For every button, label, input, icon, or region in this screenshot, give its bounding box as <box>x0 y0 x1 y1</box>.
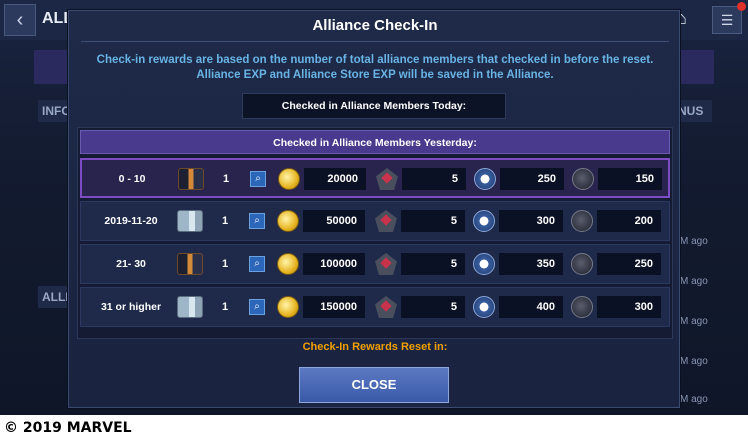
alliance-exp-amount: 350 <box>499 253 563 275</box>
gold-coin-icon <box>277 253 299 275</box>
magnify-icon[interactable]: ⌕ <box>249 256 265 272</box>
rewards-table: Checked in Alliance Members Yesterday: 0… <box>77 127 673 339</box>
shard-amount: 5 <box>401 253 465 275</box>
checked-in-today: Checked in Alliance Members Today: <box>242 93 506 119</box>
alliance-badge-icon <box>473 210 495 232</box>
crate-icon <box>177 296 203 318</box>
crate-icon <box>178 168 204 190</box>
time-ago: M ago <box>680 236 708 247</box>
member-range: 2019-11-20 <box>104 215 158 227</box>
gold-amount: 20000 <box>304 168 366 190</box>
pentagon-shard-icon <box>375 296 397 318</box>
pentagon-shard-icon <box>375 210 397 232</box>
crate-quantity: 1 <box>221 258 229 270</box>
shard-amount: 5 <box>401 296 465 318</box>
gold-coin-icon <box>278 168 300 190</box>
shard-amount: 5 <box>402 168 466 190</box>
pentagon-shard-icon <box>376 168 398 190</box>
modal-title: Alliance Check-In <box>312 17 438 34</box>
store-exp-amount: 300 <box>597 296 661 318</box>
store-exp-amount: 150 <box>598 168 662 190</box>
table-header: Checked in Alliance Members Yesterday: <box>80 130 670 154</box>
store-exp-amount: 200 <box>597 210 661 232</box>
member-range: 21- 30 <box>116 258 146 270</box>
store-shard-icon <box>571 210 593 232</box>
store-shard-icon <box>571 253 593 275</box>
modal-description: Check-in rewards are based on the number… <box>89 53 661 83</box>
reward-row: 2019-11-20 1 ⌕ 50000 5 300 200 <box>80 201 670 241</box>
crate-quantity: 1 <box>221 215 229 227</box>
alliance-badge-icon <box>473 296 495 318</box>
gold-amount: 150000 <box>303 296 365 318</box>
crate-icon <box>177 210 203 232</box>
gold-amount: 50000 <box>303 210 365 232</box>
magnify-icon[interactable]: ⌕ <box>249 213 265 229</box>
back-button[interactable]: ‹ <box>4 4 36 36</box>
alliance-exp-amount: 250 <box>500 168 564 190</box>
title-divider <box>81 41 669 42</box>
magnify-icon[interactable]: ⌕ <box>250 171 266 187</box>
reward-row: 31 or higher 1 ⌕ 150000 5 400 300 <box>80 287 670 327</box>
notification-dot <box>737 2 746 11</box>
bonus-tab[interactable]: NUS <box>676 100 712 122</box>
reward-row: 0 - 10 1 ⌕ 20000 5 250 150 <box>80 158 670 198</box>
close-button[interactable]: CLOSE <box>299 367 449 403</box>
alliance-exp-amount: 300 <box>499 210 563 232</box>
pentagon-shard-icon <box>375 253 397 275</box>
reset-label: Check-In Rewards Reset in: <box>302 341 448 353</box>
reward-row: 21- 30 1 ⌕ 100000 5 350 250 <box>80 244 670 284</box>
alliance-exp-amount: 400 <box>499 296 563 318</box>
gold-coin-icon <box>277 296 299 318</box>
description-line-1: Check-in rewards are based on the number… <box>96 54 654 66</box>
alliance-badge-icon <box>473 253 495 275</box>
member-range: 31 or higher <box>100 301 162 313</box>
crate-quantity: 1 <box>222 173 230 185</box>
time-ago: M ago <box>680 316 708 327</box>
magnify-icon[interactable]: ⌕ <box>249 299 265 315</box>
shard-amount: 5 <box>401 210 465 232</box>
time-ago: M ago <box>680 276 708 287</box>
crate-icon <box>177 253 203 275</box>
member-range: 0 - 10 <box>118 173 146 185</box>
copyright: © 2019 MARVEL <box>4 420 132 436</box>
gold-coin-icon <box>277 210 299 232</box>
menu-button[interactable]: ☰ <box>712 6 742 34</box>
time-ago: M ago <box>680 394 708 405</box>
store-shard-icon <box>571 296 593 318</box>
crate-quantity: 1 <box>221 301 229 313</box>
store-shard-icon <box>572 168 594 190</box>
alliance-checkin-modal: Alliance Check-In Check-in rewards are b… <box>68 10 680 408</box>
gold-amount: 100000 <box>303 253 365 275</box>
store-exp-amount: 250 <box>597 253 661 275</box>
time-ago: M ago <box>680 356 708 367</box>
description-line-2: Alliance EXP and Alliance Store EXP will… <box>196 69 554 81</box>
alliance-badge-icon <box>474 168 496 190</box>
